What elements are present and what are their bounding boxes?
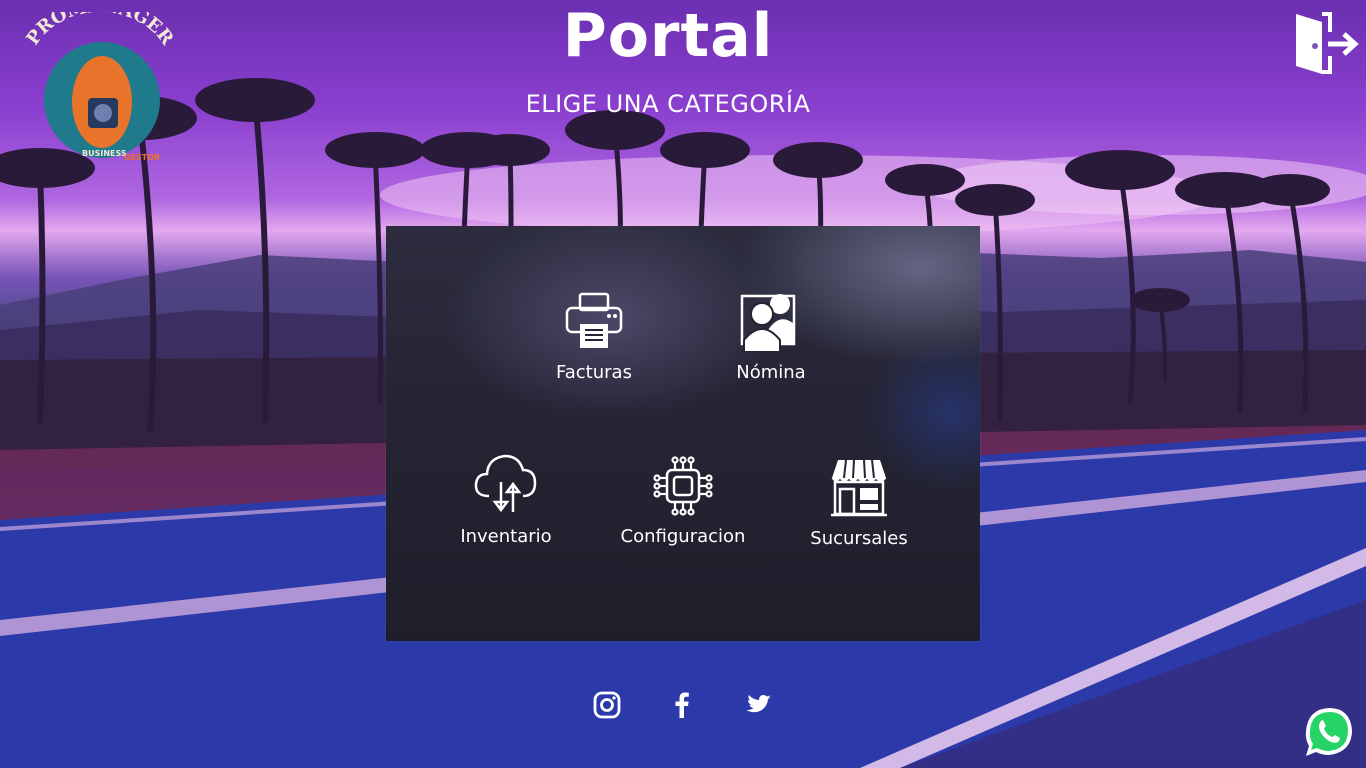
- portal-page: PROMANAGER BUSINESS GESTOR Portal ELIGE …: [0, 0, 1366, 768]
- facebook-link[interactable]: [665, 688, 699, 722]
- logo-tagline-b: GESTOR: [124, 153, 160, 162]
- category-label: Inventario: [460, 526, 552, 547]
- instagram-icon: [593, 691, 621, 719]
- category-nomina[interactable]: Nómina: [696, 290, 846, 400]
- store-icon: [831, 459, 887, 517]
- category-panel: Facturas Nómina Inventario Configuracion…: [386, 226, 980, 641]
- category-configuracion[interactable]: Configuracion: [608, 456, 758, 566]
- category-inventario[interactable]: Inventario: [431, 450, 581, 560]
- logout-button[interactable]: [1288, 10, 1360, 80]
- door-exit-icon: [1296, 12, 1359, 74]
- printer-icon: [565, 292, 623, 348]
- page-title: Portal: [562, 1, 774, 71]
- facebook-icon: [675, 692, 689, 718]
- twitter-icon: [746, 695, 771, 713]
- chip-icon: [653, 456, 713, 516]
- logo-tagline-a: BUSINESS: [82, 149, 127, 158]
- category-label: Facturas: [556, 362, 632, 383]
- category-sucursales[interactable]: Sucursales: [784, 456, 934, 566]
- category-label: Nómina: [736, 362, 806, 383]
- users-icon: [740, 294, 796, 352]
- page-subtitle: ELIGE UNA CATEGORÍA: [525, 90, 811, 118]
- whatsapp-button[interactable]: [1302, 705, 1356, 759]
- twitter-link[interactable]: [741, 688, 775, 722]
- category-label: Sucursales: [810, 528, 908, 549]
- instagram-link[interactable]: [590, 688, 624, 722]
- category-label: Configuracion: [620, 526, 746, 547]
- cloud-sync-icon: [474, 454, 537, 513]
- whatsapp-icon: [1305, 708, 1352, 756]
- category-facturas[interactable]: Facturas: [519, 290, 669, 400]
